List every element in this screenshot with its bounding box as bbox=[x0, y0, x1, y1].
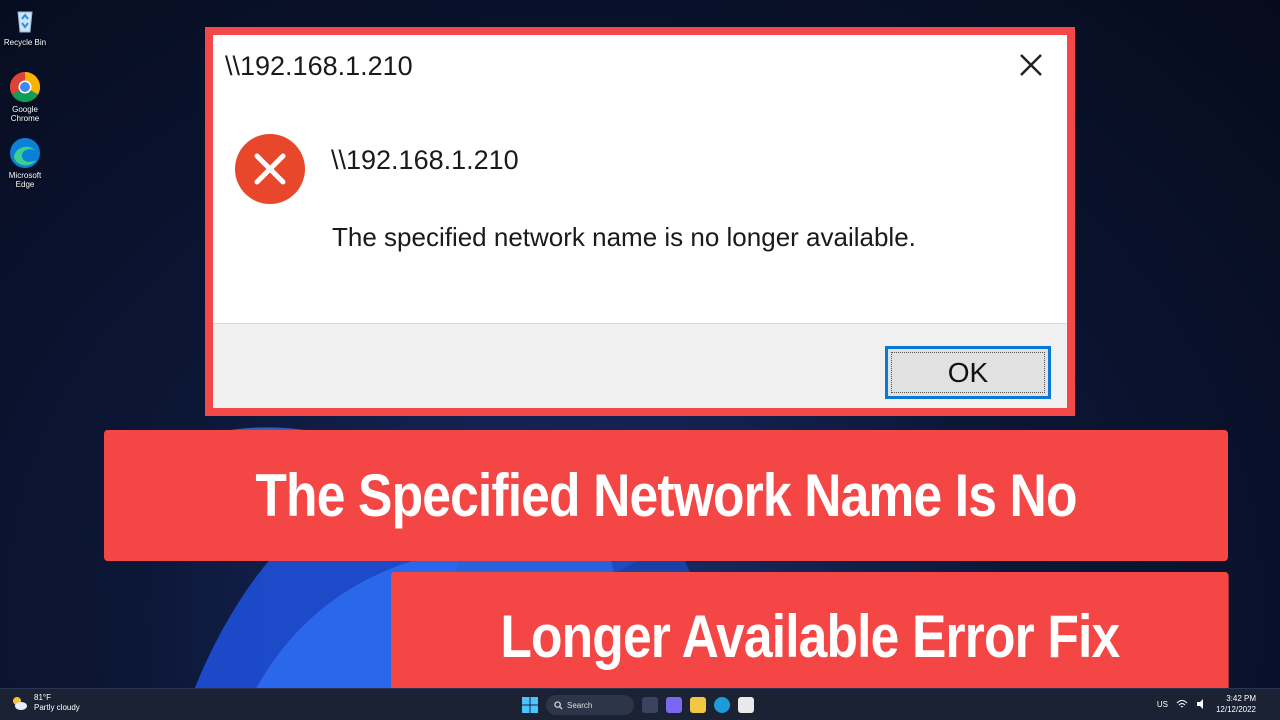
title-banner-line-2: Longer Available Error Fix bbox=[391, 572, 1229, 702]
system-tray: US 3:42 PM 12/12/2022 bbox=[1157, 693, 1256, 715]
clock[interactable]: 3:42 PM 12/12/2022 bbox=[1216, 693, 1256, 715]
error-icon bbox=[235, 134, 305, 204]
desktop-icon-label: Google Chrome bbox=[10, 105, 40, 123]
partly-cloudy-icon bbox=[13, 697, 27, 710]
desktop-icon-label: Recycle Bin bbox=[3, 38, 47, 47]
weather-widget[interactable]: 81°F Partly cloudy bbox=[10, 693, 80, 713]
desktop-icon-microsoft-edge[interactable]: Microsoft Edge bbox=[2, 137, 48, 189]
recycle-bin-icon bbox=[17, 11, 33, 33]
dialog-footer: OK bbox=[213, 323, 1067, 408]
wifi-icon[interactable] bbox=[1176, 698, 1188, 710]
desktop-icon-label: Microsoft Edge bbox=[8, 171, 42, 189]
teams-chat-icon[interactable] bbox=[666, 697, 682, 713]
error-dialog: \\192.168.1.210 \\192.168.1.210 The spec… bbox=[205, 27, 1075, 416]
edge-icon bbox=[10, 138, 40, 168]
store-icon[interactable] bbox=[738, 697, 754, 713]
file-explorer-icon[interactable] bbox=[690, 697, 706, 713]
clock-date: 12/12/2022 bbox=[1215, 705, 1256, 714]
ok-button[interactable]: OK bbox=[885, 346, 1051, 399]
edge-taskbar-icon[interactable] bbox=[714, 697, 730, 713]
taskbar-search[interactable]: Search bbox=[546, 695, 634, 715]
dialog-message: The specified network name is no longer … bbox=[332, 222, 916, 252]
taskbar: 81°F Partly cloudy Search US 3:42 PM 12/… bbox=[0, 688, 1280, 720]
title-banner-line-1: The Specified Network Name Is No bbox=[104, 430, 1229, 561]
close-icon[interactable] bbox=[1015, 49, 1047, 81]
chrome-icon bbox=[9, 72, 41, 103]
start-icon[interactable] bbox=[522, 697, 538, 713]
weather-temp: 81°F bbox=[34, 693, 51, 702]
language-indicator[interactable]: US bbox=[1157, 700, 1168, 709]
desktop-icon-google-chrome[interactable]: Google Chrome bbox=[2, 71, 48, 123]
task-view-icon[interactable] bbox=[642, 697, 658, 713]
dialog-title: \\192.168.1.210 bbox=[225, 51, 413, 81]
taskbar-center: Search bbox=[522, 695, 754, 715]
volume-icon[interactable] bbox=[1196, 698, 1208, 710]
weather-desc: Partly cloudy bbox=[34, 703, 80, 712]
dialog-host-path: \\192.168.1.210 bbox=[331, 145, 519, 175]
clock-time: 3:42 PM bbox=[1226, 694, 1256, 703]
search-icon bbox=[554, 700, 563, 710]
dialog-body: \\192.168.1.210 \\192.168.1.210 The spec… bbox=[213, 35, 1067, 408]
search-label: Search bbox=[567, 700, 593, 710]
desktop-icon-recycle-bin[interactable]: Recycle Bin bbox=[2, 4, 48, 47]
